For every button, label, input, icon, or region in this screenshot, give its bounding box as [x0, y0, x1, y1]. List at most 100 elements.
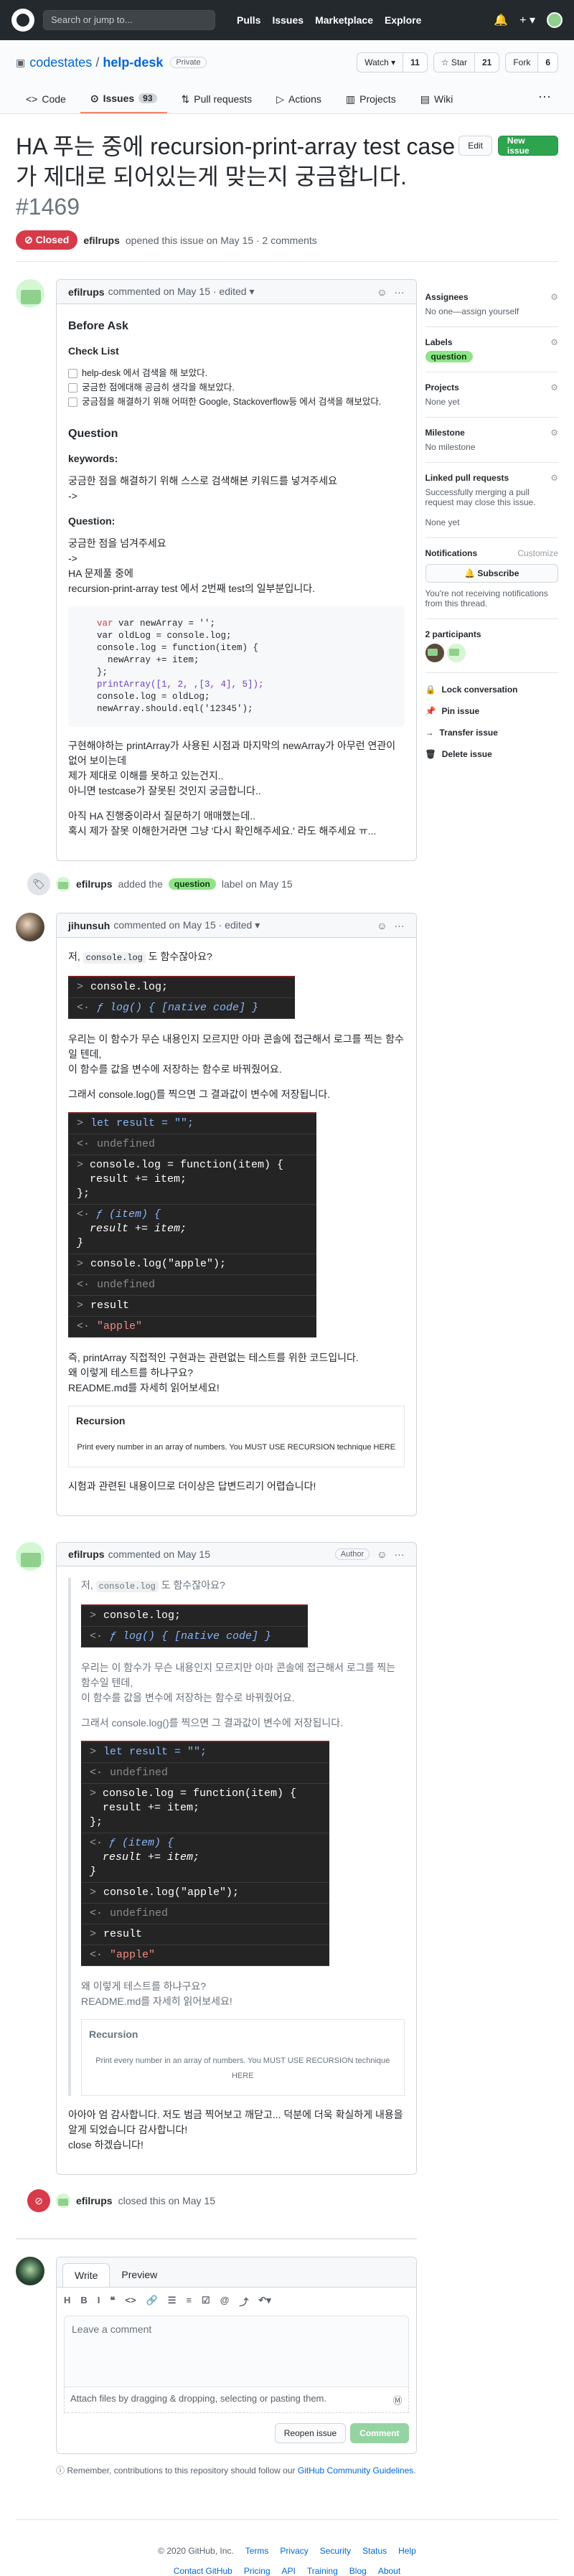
gear-icon[interactable]: ⚙	[550, 292, 558, 302]
check-item[interactable]: 궁금점을 해결하기 위해 어떠한 Google, Stackoverflow등 …	[68, 395, 405, 409]
footer-link[interactable]: Pricing	[244, 2566, 270, 2576]
code-icon[interactable]: <>	[125, 2295, 136, 2308]
comment-author[interactable]: efilrups	[68, 286, 105, 298]
link-icon[interactable]: 🔗	[146, 2295, 158, 2308]
gear-icon[interactable]: ⚙	[550, 473, 558, 483]
footer-link[interactable]: About	[378, 2566, 400, 2576]
reference-icon[interactable]: ⤴	[239, 2295, 248, 2308]
github-logo-icon[interactable]	[11, 9, 34, 32]
comment-2: jihunsuh commented on May 15 · edited ▾ ☺…	[16, 913, 417, 1516]
avatar[interactable]	[16, 1542, 44, 1571]
tab-wiki[interactable]: ▤ Wiki	[410, 85, 464, 113]
nav-pulls[interactable]: Pulls	[237, 14, 260, 26]
kebab-icon[interactable]: ···	[395, 920, 405, 931]
kebab-icon[interactable]: ···	[395, 286, 405, 298]
comment-textarea[interactable]: Leave a comment	[64, 2316, 409, 2387]
kebab-icon[interactable]: ···	[395, 1548, 405, 1560]
event-user[interactable]: efilrups	[76, 878, 113, 890]
smiley-icon[interactable]: ☺	[377, 1548, 387, 1560]
footer-link[interactable]: Privacy	[280, 2546, 308, 2556]
bullet-list-icon[interactable]: ☰	[168, 2295, 177, 2308]
comment-author[interactable]: jihunsuh	[68, 920, 110, 931]
new-issue-button[interactable]: New issue	[497, 136, 558, 156]
comment-meta[interactable]: commented on May 15 · edited ▾	[108, 286, 255, 298]
create-menu[interactable]: + ▾	[519, 13, 535, 27]
pin-issue[interactable]: 📌 Pin issue	[425, 700, 559, 722]
footer-link[interactable]: Terms	[245, 2546, 269, 2556]
tab-projects[interactable]: ▥ Projects	[336, 85, 406, 113]
numbered-list-icon[interactable]: ≡	[186, 2295, 192, 2308]
smiley-icon[interactable]: ☺	[377, 920, 387, 931]
star-count[interactable]: 21	[474, 53, 499, 72]
watch-button[interactable]: Watch ▾ 11	[357, 52, 428, 72]
transfer-issue[interactable]: → Transfer issue	[425, 722, 559, 743]
tab-write[interactable]: Write	[62, 2263, 110, 2287]
guidelines-link[interactable]: GitHub Community Guidelines	[298, 2465, 413, 2476]
subscribe-button[interactable]: 🔔 Subscribe	[425, 564, 558, 583]
fork-count[interactable]: 6	[537, 53, 557, 72]
smiley-icon[interactable]: ☺	[377, 286, 387, 298]
issue-author[interactable]: efilrups	[83, 235, 120, 246]
tab-actions[interactable]: ▷ Actions	[266, 85, 331, 113]
watch-count[interactable]: 11	[403, 53, 427, 72]
label-question[interactable]: question	[168, 878, 216, 890]
user-avatar[interactable]	[547, 12, 563, 28]
star-button[interactable]: ☆ Star 21	[433, 52, 500, 72]
heading-icon[interactable]: H	[64, 2295, 70, 2308]
comment-meta[interactable]: commented on May 15	[108, 1548, 210, 1560]
gear-icon[interactable]: ⚙	[550, 337, 558, 347]
search-input[interactable]: Search or jump to...	[43, 10, 215, 30]
more-icon[interactable]: ···	[531, 85, 558, 113]
bell-icon[interactable]: 🔔	[494, 13, 508, 27]
event-user[interactable]: efilrups	[76, 2195, 113, 2206]
nav-marketplace[interactable]: Marketplace	[315, 14, 373, 26]
footer-link[interactable]: Training	[307, 2566, 338, 2576]
gear-icon[interactable]: ⚙	[550, 428, 558, 438]
delete-issue[interactable]: 🗑 Delete issue	[425, 743, 559, 765]
check-item[interactable]: 궁금한 점에대해 공금히 생각을 해보았다.	[68, 380, 405, 395]
customize-link[interactable]: Customize	[517, 548, 558, 558]
tab-issues[interactable]: ⊙ Issues 93	[80, 85, 167, 113]
check-item[interactable]: help-desk 에서 검색을 해 보았다.	[68, 366, 405, 380]
reopen-button[interactable]: Reopen issue	[274, 2423, 347, 2443]
repo-name[interactable]: help-desk	[103, 55, 163, 70]
fork-button[interactable]: Fork 6	[505, 52, 558, 72]
tab-code[interactable]: <> Code	[16, 85, 76, 113]
footer-link[interactable]: Blog	[349, 2566, 367, 2576]
reply-icon[interactable]: ↶▾	[258, 2295, 270, 2308]
nav-issues[interactable]: Issues	[272, 14, 304, 26]
tab-preview[interactable]: Preview	[110, 2263, 169, 2287]
bold-icon[interactable]: B	[80, 2295, 87, 2308]
issue-title: HA 푸는 중에 recursion-print-array test case…	[16, 131, 458, 222]
mention-icon[interactable]: @	[220, 2295, 230, 2308]
participant-avatar[interactable]	[425, 644, 444, 662]
text: ->	[68, 553, 77, 564]
footer-link[interactable]: API	[282, 2566, 296, 2576]
edit-button[interactable]: Edit	[458, 136, 492, 156]
avatar[interactable]	[16, 279, 44, 308]
comment-button[interactable]: Comment	[350, 2423, 409, 2443]
task-list-icon[interactable]: ☑	[202, 2295, 210, 2308]
participant-avatar[interactable]	[446, 644, 466, 662]
footer-link[interactable]: Security	[320, 2546, 351, 2556]
footer-link[interactable]: Contact GitHub	[174, 2566, 232, 2576]
footer-link[interactable]: Status	[362, 2546, 387, 2556]
avatar[interactable]	[56, 877, 70, 891]
lock-conversation[interactable]: 🔒 Lock conversation	[425, 679, 559, 700]
repo-owner[interactable]: codestates	[29, 55, 92, 70]
footer-link[interactable]: Help	[398, 2546, 416, 2556]
avatar[interactable]	[56, 2194, 70, 2208]
nav-explore[interactable]: Explore	[385, 14, 421, 26]
italic-icon[interactable]: I	[98, 2295, 100, 2308]
tab-pull-requests[interactable]: ⇅ Pull requests	[171, 85, 263, 113]
avatar[interactable]	[16, 913, 44, 941]
gear-icon[interactable]: ⚙	[550, 382, 558, 392]
comment-meta[interactable]: commented on May 15 · edited ▾	[113, 919, 260, 931]
text: 아직 HA 진행중이라서 질문하기 애매했는데..	[68, 810, 255, 822]
sidebar-title: Labels	[425, 337, 453, 347]
comment-author[interactable]: efilrups	[68, 1548, 105, 1560]
attach-area[interactable]: Attach files by dragging & dropping, sel…	[64, 2387, 409, 2413]
quote-icon[interactable]: ❝	[110, 2295, 115, 2308]
label-question[interactable]: question	[425, 351, 473, 362]
sidebar-value[interactable]: No one—assign yourself	[425, 306, 519, 316]
